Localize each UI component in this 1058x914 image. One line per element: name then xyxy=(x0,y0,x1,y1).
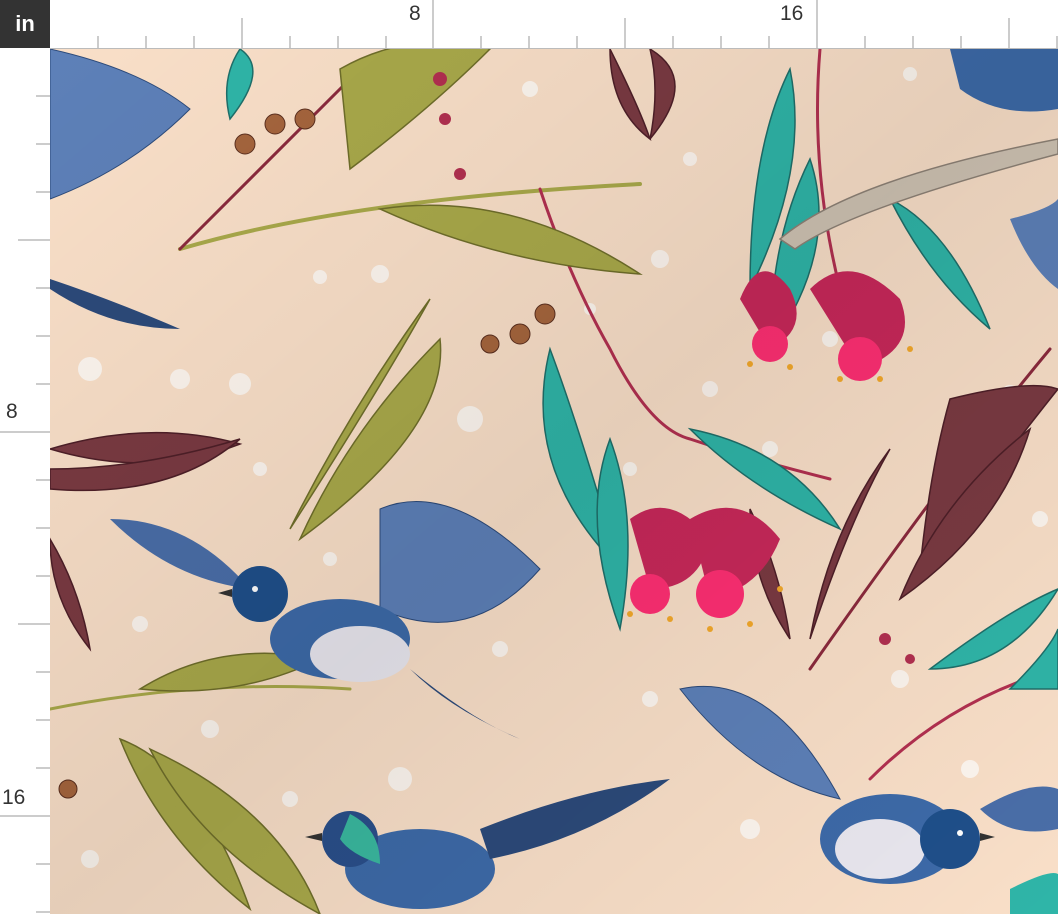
left-ruler-ticks xyxy=(0,95,50,913)
ruler-unit-label: in xyxy=(0,0,50,48)
pattern-illustration xyxy=(50,49,1058,914)
lighting-shadow xyxy=(50,49,1058,914)
left-ruler: 8 16 xyxy=(0,48,51,914)
left-ruler-label-8: 8 xyxy=(6,400,18,423)
left-ruler-label-16: 16 xyxy=(2,786,26,809)
fabric-pattern-preview xyxy=(50,49,1058,914)
top-ruler: 8 16 xyxy=(50,0,1058,49)
top-ruler-label-16: 16 xyxy=(780,2,804,25)
top-ruler-label-8: 8 xyxy=(409,2,421,25)
top-ruler-ticks xyxy=(97,0,1058,48)
